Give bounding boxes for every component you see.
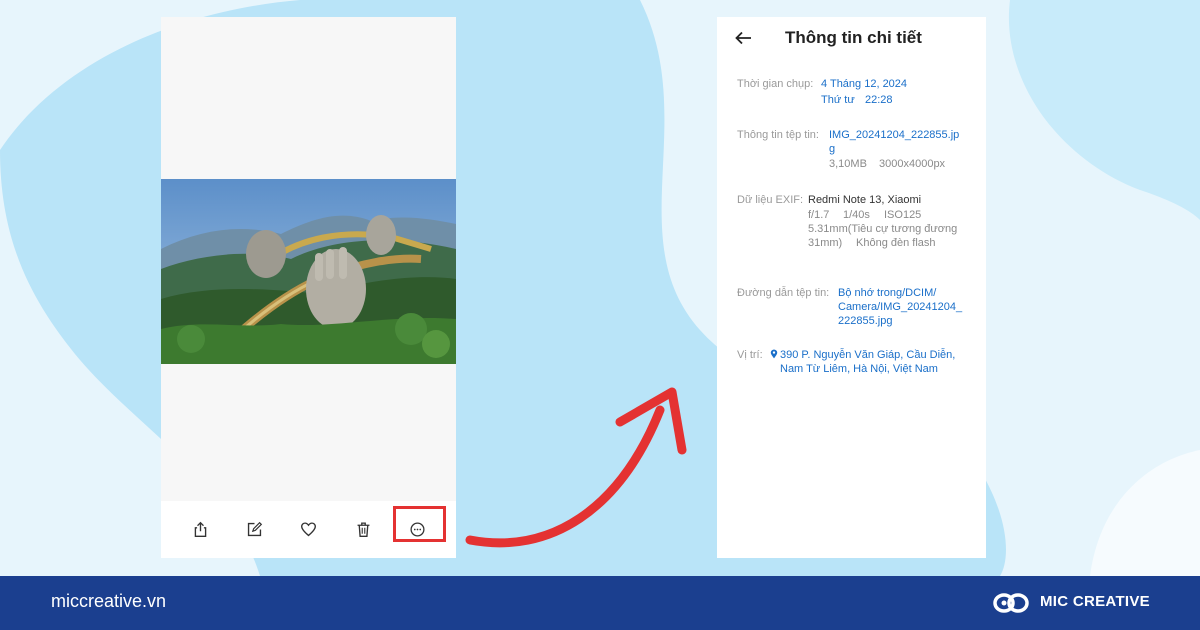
page-title: Thông tin chi tiết <box>785 28 922 47</box>
file-name-line1: IMG_20241204_222855.jp <box>829 129 960 141</box>
back-arrow-icon[interactable] <box>734 28 754 48</box>
location-line2[interactable]: Nam Từ Liêm, Hà Nội, Việt Nam <box>780 363 938 375</box>
photo-golden-bridge[interactable] <box>161 179 456 364</box>
favorite-button[interactable] <box>294 515 322 543</box>
photo-viewer-screen <box>161 17 456 558</box>
exif-aperture: f/1.7 <box>808 209 830 221</box>
footer-url[interactable]: miccreative.vn <box>51 591 166 612</box>
location-line1[interactable]: 390 P. Nguyễn Văn Giáp, Cầu Diễn, <box>780 349 955 361</box>
edit-button[interactable] <box>240 515 268 543</box>
exif-device: Redmi Note 13, Xiaomi <box>808 194 922 206</box>
heart-icon <box>300 521 316 536</box>
exif-label: Dữ liệu EXIF: <box>737 194 804 206</box>
exif-flash: Không đèn flash <box>856 237 936 249</box>
exif-focal-line2: 31mm) <box>808 237 843 249</box>
capture-time: 22:28 <box>865 94 893 106</box>
share-button[interactable] <box>186 515 214 543</box>
footer-bar: miccreative.vn MIC CREATIVE <box>0 576 1200 630</box>
file-size: 3,10MB <box>829 158 867 170</box>
capture-weekday: Thứ tư <box>821 94 855 106</box>
file-info-label: Thông tin tệp tin: <box>737 129 819 141</box>
file-resolution: 3000x4000px <box>879 158 946 170</box>
delete-button[interactable] <box>349 515 377 543</box>
location-pin-icon <box>770 349 778 359</box>
exif-iso: ISO125 <box>884 209 922 221</box>
path-line1[interactable]: Bộ nhớ trong/DCIM/ <box>838 287 936 299</box>
location-label: Vị trí: <box>737 349 763 361</box>
file-name-line2: g <box>829 143 836 155</box>
path-label: Đường dẫn tệp tin: <box>737 287 830 299</box>
capture-time-label: Thời gian chụp: <box>737 78 814 90</box>
footer-brand: MIC CREATIVE <box>1040 593 1150 610</box>
red-arrow <box>465 387 687 548</box>
capture-date: 4 Tháng 12, 2024 <box>821 78 908 90</box>
mic-creative-logo-icon <box>993 593 1029 613</box>
exif-shutter: 1/40s <box>843 209 870 221</box>
edit-icon <box>247 521 262 536</box>
trash-icon <box>357 521 369 537</box>
more-button-highlight <box>393 506 446 542</box>
details-screen: Thông tin chi tiết Thời gian chụp: 4 Thá… <box>717 17 986 558</box>
path-line2[interactable]: Camera/IMG_20241204_ <box>838 301 962 313</box>
share-icon <box>194 521 206 537</box>
path-line3[interactable]: 222855.jpg <box>838 315 892 327</box>
exif-focal-line1: 5.31mm(Tiêu cự tương đương <box>808 223 958 235</box>
